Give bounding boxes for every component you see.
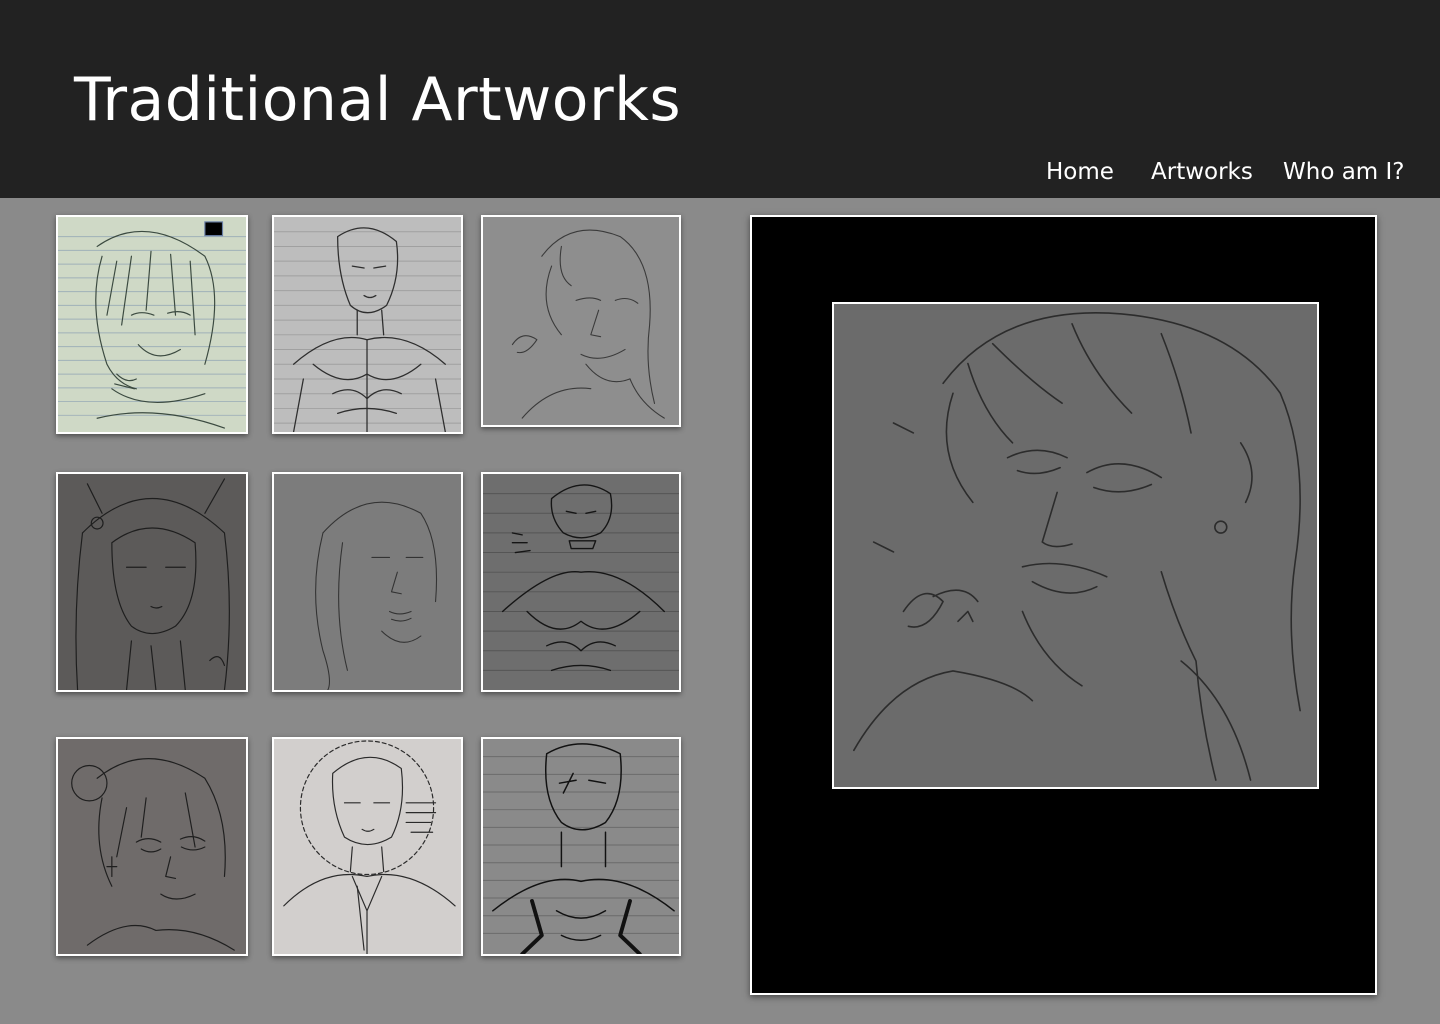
site-header: Traditional Artworks Home Artworks Who a… xyxy=(0,0,1440,198)
artwork-sketch-image xyxy=(58,217,246,432)
site-title: Traditional Artworks xyxy=(74,65,682,135)
nav-home-link[interactable]: Home xyxy=(1046,156,1114,188)
artwork-sketch-image xyxy=(58,474,246,690)
nav-about-link[interactable]: Who am I? xyxy=(1283,156,1405,188)
artwork-thumbnail-3[interactable] xyxy=(481,215,681,427)
artwork-thumbnail-8[interactable] xyxy=(272,737,463,956)
artwork-sketch-image xyxy=(483,739,679,954)
artwork-thumbnail-7[interactable] xyxy=(56,737,248,956)
artwork-sketch-image xyxy=(274,474,461,690)
artwork-sketch-image xyxy=(483,474,679,690)
artwork-sketch-image xyxy=(834,304,1317,787)
artwork-thumbnail-2[interactable] xyxy=(272,215,463,434)
artwork-sketch-image xyxy=(58,739,246,954)
artwork-thumbnail-6[interactable] xyxy=(481,472,681,692)
artwork-sketch-image xyxy=(274,217,461,432)
artwork-sketch-image xyxy=(483,217,679,425)
artwork-thumbnail-1[interactable] xyxy=(56,215,248,434)
selected-artwork-image[interactable] xyxy=(832,302,1319,789)
artwork-thumbnail-9[interactable] xyxy=(481,737,681,956)
artwork-thumbnail-4[interactable] xyxy=(56,472,248,692)
artwork-viewer xyxy=(750,215,1377,995)
artwork-thumbnail-5[interactable] xyxy=(272,472,463,692)
artwork-sketch-image xyxy=(274,739,461,954)
nav-artworks-link[interactable]: Artworks xyxy=(1151,156,1253,188)
